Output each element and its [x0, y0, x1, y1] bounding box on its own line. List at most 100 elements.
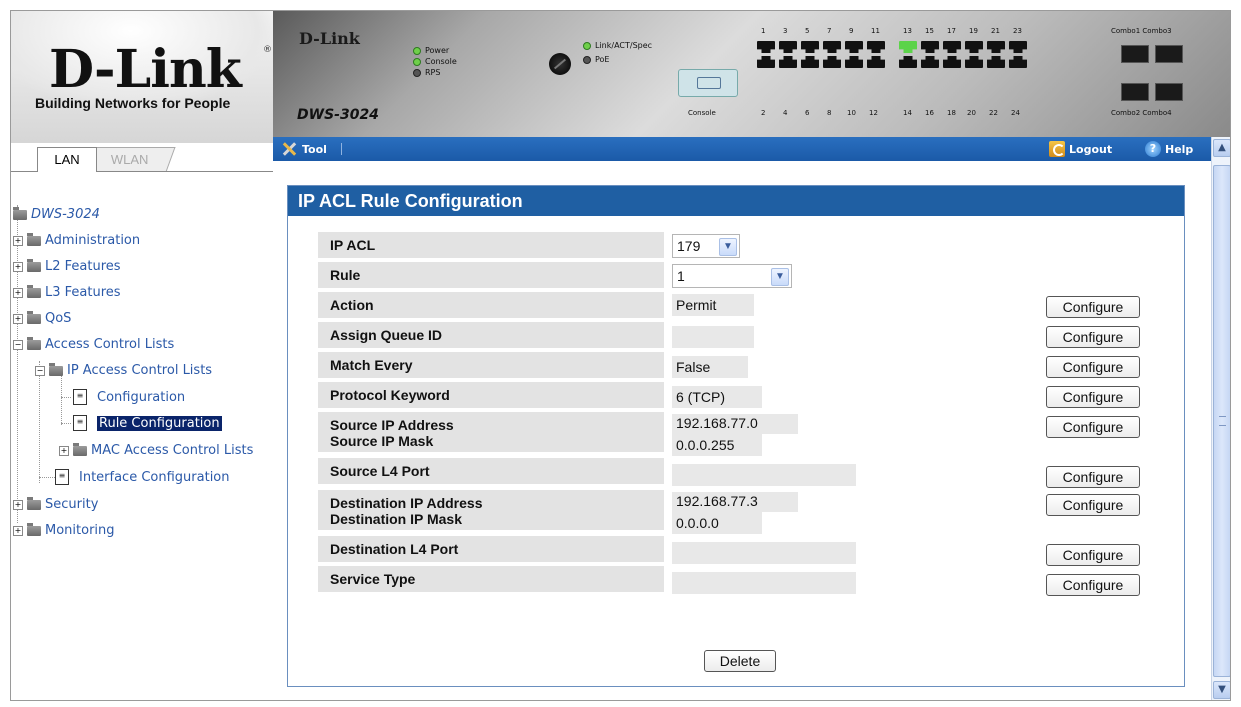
tree-item-mac-acl[interactable]: + MAC Access Control Lists	[59, 442, 253, 458]
collapse-icon[interactable]: −	[35, 365, 45, 376]
chevron-down-icon[interactable]: ▼	[771, 268, 789, 286]
destination-l4-value	[672, 542, 856, 564]
port-num: 2	[761, 109, 766, 117]
tree-item-security[interactable]: + Security	[13, 496, 98, 512]
port-num: 17	[947, 27, 956, 35]
configure-source-ip-button[interactable]: Configure	[1046, 416, 1140, 438]
port-num: 4	[783, 109, 788, 117]
label-source-l4: Source L4 Port	[318, 458, 664, 484]
folder-icon	[27, 522, 41, 536]
match-every-value: False	[672, 356, 748, 378]
label-source-ip-mask: Source IP Mask	[330, 433, 434, 449]
destination-ip-value: 192.168.77.3	[672, 492, 798, 512]
port-num: 5	[805, 27, 810, 35]
expand-icon[interactable]: +	[13, 525, 23, 536]
expand-icon[interactable]: +	[13, 235, 23, 246]
configure-protocol-button[interactable]: Configure	[1046, 386, 1140, 408]
tree-item-ip-acl[interactable]: − IP Access Control Lists	[35, 362, 213, 378]
tab-wlan-label: WLAN	[111, 152, 149, 167]
poe-led-icon	[583, 56, 591, 64]
ethernet-port-icon	[1009, 56, 1027, 68]
combo-label-top: Combo1 Combo3	[1111, 27, 1172, 35]
chevron-down-icon[interactable]: ▼	[719, 238, 737, 256]
top-toolbar: Tool Logout ? Help	[273, 137, 1211, 161]
folder-icon	[27, 496, 41, 510]
ethernet-port-icon	[845, 41, 863, 53]
registered-mark: ®	[263, 45, 272, 55]
tree-label-l3: L3 Features	[45, 285, 121, 300]
ports-group-1	[757, 41, 885, 68]
tree-item-rule-configuration[interactable]: ≡ Rule Configuration	[73, 415, 222, 431]
source-mask-value: 0.0.0.255	[672, 434, 762, 456]
scroll-down-arrow[interactable]: ▼	[1213, 681, 1230, 699]
ethernet-port-icon	[823, 41, 841, 53]
logo-area: D-Link ® Building Networks for People	[11, 11, 273, 143]
tree-item-monitoring[interactable]: + Monitoring	[13, 522, 115, 538]
service-type-value	[672, 572, 856, 594]
expand-icon[interactable]: +	[13, 261, 23, 272]
label-assign-queue: Assign Queue ID	[318, 322, 664, 348]
tab-wlan[interactable]: WLAN	[84, 147, 176, 172]
ip-acl-value: 179	[677, 238, 701, 254]
tree-connector	[39, 361, 40, 483]
tree-label-configuration: Configuration	[97, 389, 186, 405]
device-panel-image: D-Link Power Console RPS Link/ACT/Spec P…	[273, 11, 1230, 137]
vertical-scrollbar[interactable]: ▲ ▼	[1211, 137, 1230, 700]
port-num: 11	[871, 27, 880, 35]
tree-item-l3-features[interactable]: + L3 Features	[13, 284, 121, 300]
source-ip-value: 192.168.77.0	[672, 414, 798, 434]
folder-icon	[73, 442, 87, 456]
tool-menu-button[interactable]: Tool	[281, 141, 327, 157]
port-mode-leds: Link/ACT/Spec PoE	[583, 39, 652, 67]
tree-item-administration[interactable]: + Administration	[13, 232, 140, 248]
help-button[interactable]: ? Help	[1145, 141, 1193, 157]
combo-port-icon	[1121, 83, 1149, 101]
port-num: 3	[783, 27, 788, 35]
tree-item-qos[interactable]: + QoS	[13, 310, 71, 326]
tree-label-l2: L2 Features	[45, 259, 121, 274]
ports-group-2	[899, 41, 1027, 68]
delete-button[interactable]: Delete	[704, 650, 776, 672]
tree-connector	[61, 373, 62, 425]
configure-match-every-button[interactable]: Configure	[1046, 356, 1140, 378]
expand-icon[interactable]: +	[13, 313, 23, 324]
tree-item-l2-features[interactable]: + L2 Features	[13, 258, 121, 274]
port-num: 1	[761, 27, 766, 35]
expand-icon[interactable]: +	[13, 499, 23, 510]
configure-source-l4-button[interactable]: Configure	[1046, 466, 1140, 488]
port-num: 19	[969, 27, 978, 35]
led-label-rps: RPS	[425, 68, 441, 77]
expand-icon[interactable]: +	[59, 445, 69, 456]
port-num: 8	[827, 109, 832, 117]
port-num: 13	[903, 27, 912, 35]
tab-lan[interactable]: LAN	[37, 147, 97, 172]
configure-destination-l4-button[interactable]: Configure	[1046, 544, 1140, 566]
configure-queue-button[interactable]: Configure	[1046, 326, 1140, 348]
tree-label-ip-acl: IP Access Control Lists	[67, 363, 213, 378]
console-port-label: Console	[688, 109, 716, 117]
configure-action-button[interactable]: Configure	[1046, 296, 1140, 318]
assign-queue-value	[672, 326, 754, 348]
destination-mask-value: 0.0.0.0	[672, 512, 762, 534]
tree-item-interface-configuration[interactable]: ≡ Interface Configuration	[55, 469, 230, 485]
ip-acl-select[interactable]: 179 ▼	[672, 234, 740, 258]
scroll-up-arrow[interactable]: ▲	[1213, 139, 1230, 157]
label-rule: Rule	[318, 262, 664, 288]
configure-destination-ip-button[interactable]: Configure	[1046, 494, 1140, 516]
acl-rule-panel: IP ACL Rule Configuration IP ACL 179 ▼ R…	[287, 185, 1185, 687]
folder-icon	[27, 258, 41, 272]
rule-select[interactable]: 1 ▼	[672, 264, 792, 288]
tree-label-acl: Access Control Lists	[45, 337, 175, 352]
tree-item-access-control-lists[interactable]: − Access Control Lists	[13, 336, 175, 352]
tree-item-configuration[interactable]: ≡ Configuration	[73, 389, 185, 405]
document-icon: ≡	[73, 415, 87, 431]
ethernet-port-icon	[867, 41, 885, 53]
collapse-icon[interactable]: −	[13, 339, 23, 350]
expand-icon[interactable]: +	[13, 287, 23, 298]
scroll-thumb[interactable]	[1213, 165, 1230, 677]
combo-port-icon	[1121, 45, 1149, 63]
configure-service-type-button[interactable]: Configure	[1046, 574, 1140, 596]
ethernet-port-icon	[845, 56, 863, 68]
logout-button[interactable]: Logout	[1049, 141, 1112, 157]
tree-root[interactable]: DWS-3024	[13, 206, 100, 222]
